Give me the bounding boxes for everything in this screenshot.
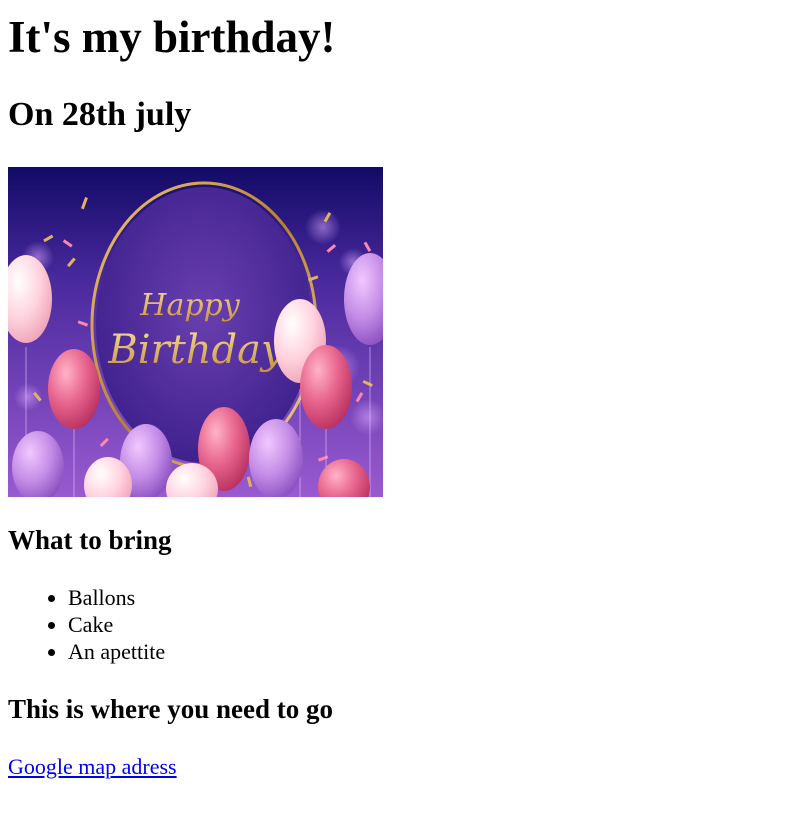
image-text-birthday: Birthday: [107, 327, 285, 373]
google-map-link[interactable]: Google map adress: [8, 753, 177, 780]
birthday-image: Happy Birthday: [8, 167, 383, 497]
list-item: Cake: [68, 611, 165, 638]
bring-list: Ballons Cake An apettite: [8, 584, 165, 665]
location-heading: This is where you need to go: [8, 694, 334, 724]
list-item: Ballons: [68, 584, 165, 611]
page-title: It's my birthday!: [8, 12, 336, 62]
bring-heading: What to bring: [8, 525, 172, 555]
list-item: An apettite: [68, 638, 165, 665]
image-text-happy: Happy: [139, 288, 240, 323]
date-heading: On 28th july: [8, 96, 192, 133]
